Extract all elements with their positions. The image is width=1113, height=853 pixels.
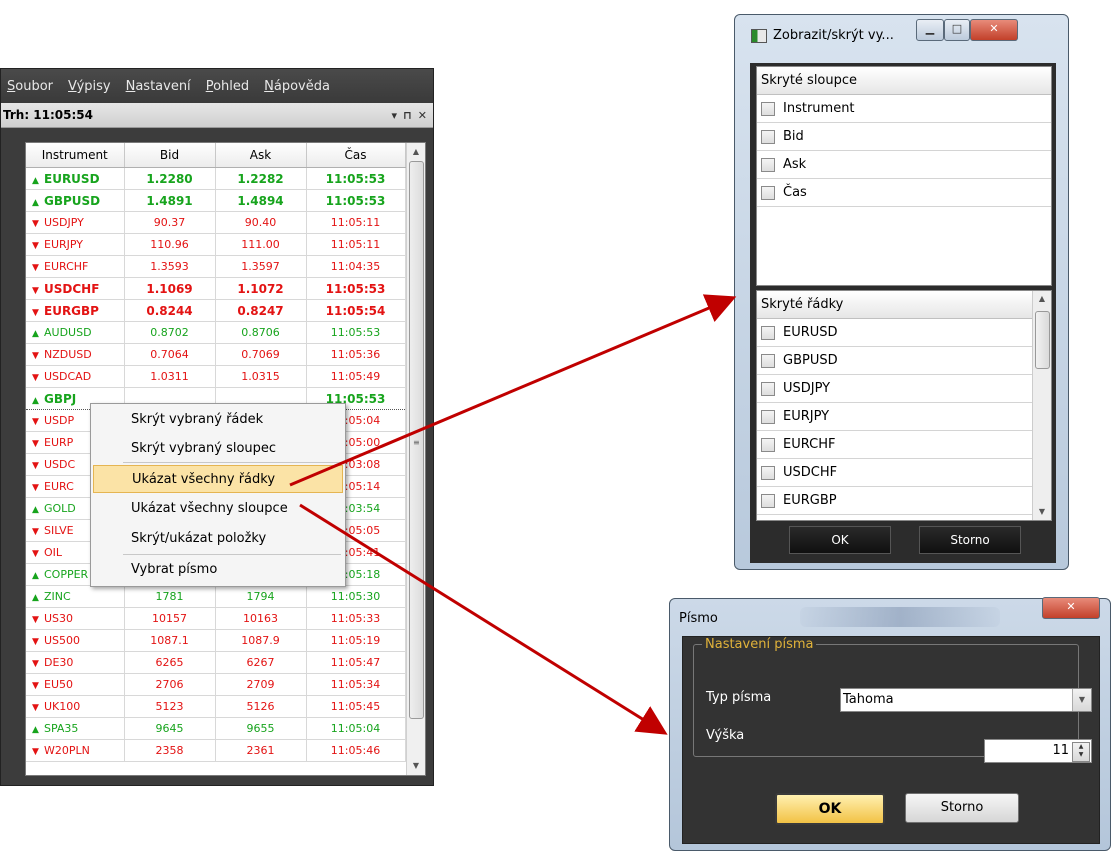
arrow-to-showhide [289, 294, 737, 487]
arrow-to-font-dialog [299, 503, 668, 735]
annotation-arrows [289, 294, 737, 735]
